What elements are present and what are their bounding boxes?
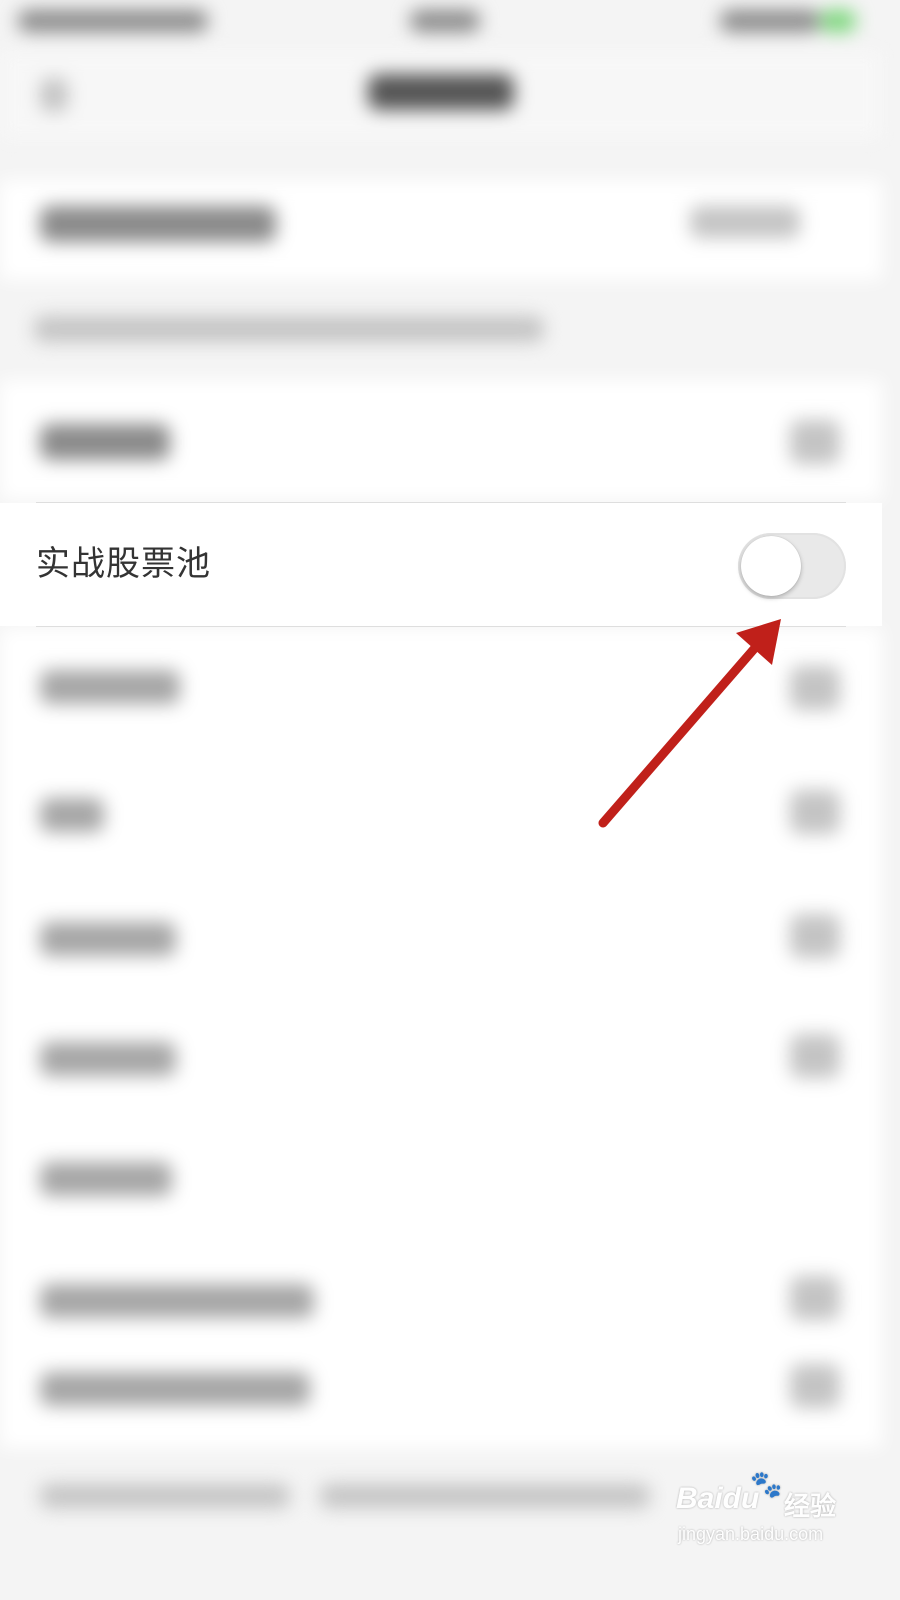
settings-row-above: [0, 380, 882, 500]
section-note: [0, 290, 882, 360]
section-header: [0, 180, 882, 280]
row-divider: [36, 626, 846, 627]
baidu-jingyan-watermark: Baidu 🐾 经验 jingyan.baidu.com: [672, 1468, 872, 1558]
toggle-knob: [741, 536, 801, 596]
watermark-logo: Baidu: [676, 1482, 760, 1515]
settings-row-stock-pool: 实战股票池: [0, 503, 882, 626]
stock-pool-toggle[interactable]: [738, 533, 846, 599]
watermark-url: jingyan.baidu.com: [678, 1524, 824, 1544]
settings-row-label: 实战股票池: [36, 544, 211, 584]
nav-bar: [0, 50, 882, 140]
status-bar: [0, 0, 882, 50]
settings-list-below: [0, 628, 882, 1448]
watermark-brand: 经验: [784, 1492, 837, 1522]
paw-icon: 🐾: [750, 1470, 783, 1500]
